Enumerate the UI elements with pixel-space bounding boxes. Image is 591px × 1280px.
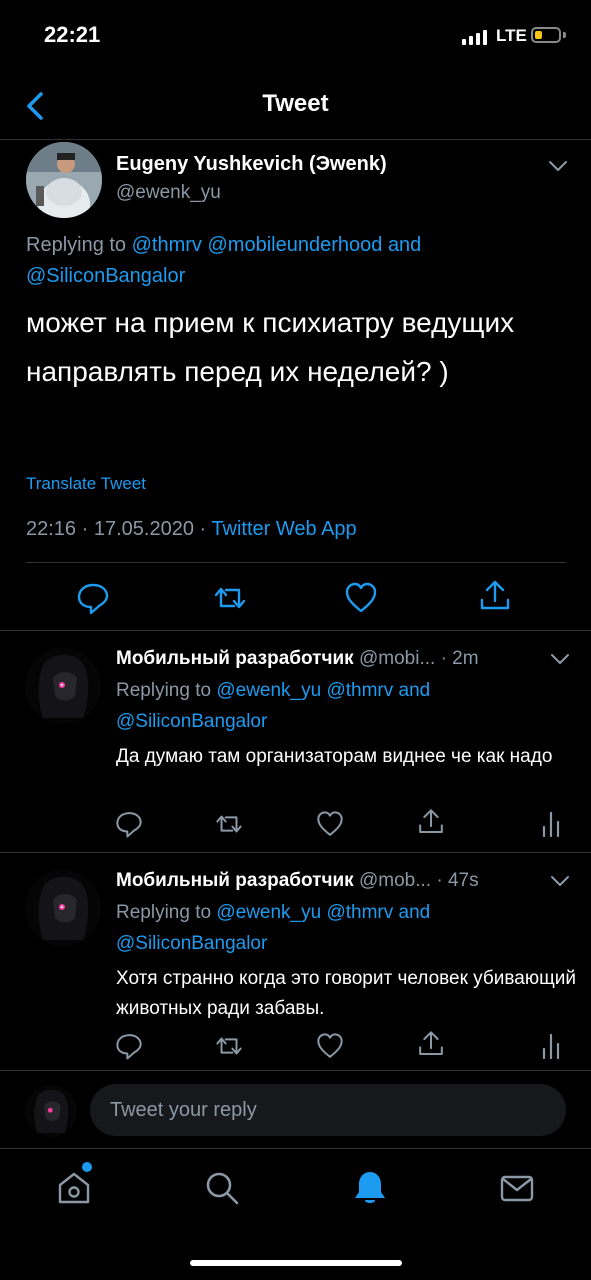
meta-separator: ·: [440, 648, 447, 669]
signal-icon: [462, 30, 487, 45]
avatar[interactable]: [25, 870, 101, 946]
replying-to: Replying to @ewenk_yu @thmrv and @Silico…: [116, 897, 556, 959]
home-notification-dot: [82, 1162, 92, 1172]
tweet-date: 17.05.2020: [93, 518, 194, 540]
battery-icon: [531, 27, 561, 43]
retweet-icon[interactable]: [214, 809, 244, 839]
like-icon[interactable]: [315, 1031, 345, 1061]
mention-link[interactable]: @ewenk_yu: [216, 902, 321, 923]
replying-to: Replying to @ewenk_yu @thmrv and @Silico…: [116, 675, 556, 737]
reply-input[interactable]: [90, 1084, 566, 1136]
reply-age: 2m: [452, 648, 479, 669]
avatar[interactable]: [26, 142, 102, 218]
tweet-time: 22:16: [26, 518, 77, 540]
home-indicator[interactable]: [190, 1260, 402, 1266]
avatar[interactable]: [25, 648, 101, 724]
composer-avatar: [25, 1085, 77, 1137]
reply-text: Да думаю там организаторам виднее че как…: [116, 746, 553, 767]
meta-separator: ·: [81, 518, 89, 540]
replying-and[interactable]: and: [399, 902, 431, 923]
reply-age: 47s: [447, 870, 479, 891]
reply-author-name[interactable]: Мобильный разработчик: [116, 870, 354, 891]
author-handle[interactable]: @ewenk_yu: [116, 182, 221, 204]
share-icon[interactable]: [416, 1029, 446, 1059]
tabbar-divider: [0, 1148, 591, 1149]
share-icon[interactable]: [416, 807, 446, 837]
network-label: LTE: [496, 26, 527, 45]
reply-author-handle[interactable]: @mobi...: [359, 648, 435, 669]
mention-link[interactable]: @thmrv: [132, 234, 202, 256]
analytics-icon[interactable]: [536, 809, 566, 839]
status-time: 22:21: [44, 22, 101, 47]
mention-link[interactable]: @thmrv: [326, 902, 393, 923]
tweet-client[interactable]: Twitter Web App: [211, 518, 356, 540]
replying-and[interactable]: and: [399, 680, 431, 701]
page-title: Tweet: [262, 90, 329, 117]
replying-to: Replying to @thmrv @mobileunderhood and …: [26, 230, 566, 292]
replying-prefix: Replying to: [116, 902, 212, 923]
mention-link[interactable]: @SiliconBangalor: [26, 265, 185, 287]
mention-link[interactable]: @mobileunderhood: [208, 234, 383, 256]
meta-separator: ·: [436, 870, 443, 891]
header-divider: [0, 139, 591, 140]
mention-link[interactable]: @ewenk_yu: [216, 680, 321, 701]
search-icon[interactable]: [202, 1168, 242, 1208]
meta-divider: [26, 562, 566, 563]
reply-header: Мобильный разработчик @mobi... · 2m: [116, 648, 536, 670]
tweet-meta: 22:16 · 17.05.2020 · Twitter Web App: [26, 518, 357, 541]
reply-icon[interactable]: [114, 809, 144, 839]
replying-prefix: Replying to: [26, 234, 127, 256]
reply-author-name[interactable]: Мобильный разработчик: [116, 648, 354, 669]
thread-divider: [0, 630, 591, 631]
composer-divider: [0, 1070, 591, 1071]
retweet-icon[interactable]: [214, 1031, 244, 1061]
mention-link[interactable]: @SiliconBangalor: [116, 711, 267, 732]
messages-icon[interactable]: [497, 1168, 537, 1208]
retweet-icon[interactable]: [212, 580, 248, 616]
share-icon[interactable]: [477, 578, 513, 614]
mention-link[interactable]: @thmrv: [326, 680, 393, 701]
reply-header: Мобильный разработчик @mob... · 47s: [116, 870, 536, 892]
author-name[interactable]: Eugeny Yushkevich (Эwenk): [116, 153, 387, 176]
meta-separator: ·: [199, 518, 207, 540]
replying-prefix: Replying to: [116, 680, 212, 701]
home-icon[interactable]: [54, 1168, 94, 1208]
reply-author-handle[interactable]: @mob...: [359, 870, 431, 891]
translate-link[interactable]: Translate Tweet: [26, 474, 146, 494]
reply-divider: [0, 852, 591, 853]
reply-icon[interactable]: [114, 1031, 144, 1061]
notifications-icon[interactable]: [350, 1168, 390, 1208]
chevron-down-icon[interactable]: [549, 874, 571, 888]
tweet-text: может на прием к психиатру ведущих напра…: [26, 307, 515, 387]
like-icon[interactable]: [343, 580, 379, 616]
like-icon[interactable]: [315, 809, 345, 839]
analytics-icon[interactable]: [536, 1031, 566, 1061]
chevron-down-icon[interactable]: [549, 652, 571, 666]
reply-text: Хотя странно когда это говорит человек у…: [116, 968, 576, 1019]
battery-cap: [563, 32, 566, 38]
reply-icon[interactable]: [75, 580, 111, 616]
chevron-down-icon[interactable]: [547, 159, 569, 173]
mention-link[interactable]: @SiliconBangalor: [116, 933, 267, 954]
replying-and[interactable]: and: [388, 234, 421, 256]
